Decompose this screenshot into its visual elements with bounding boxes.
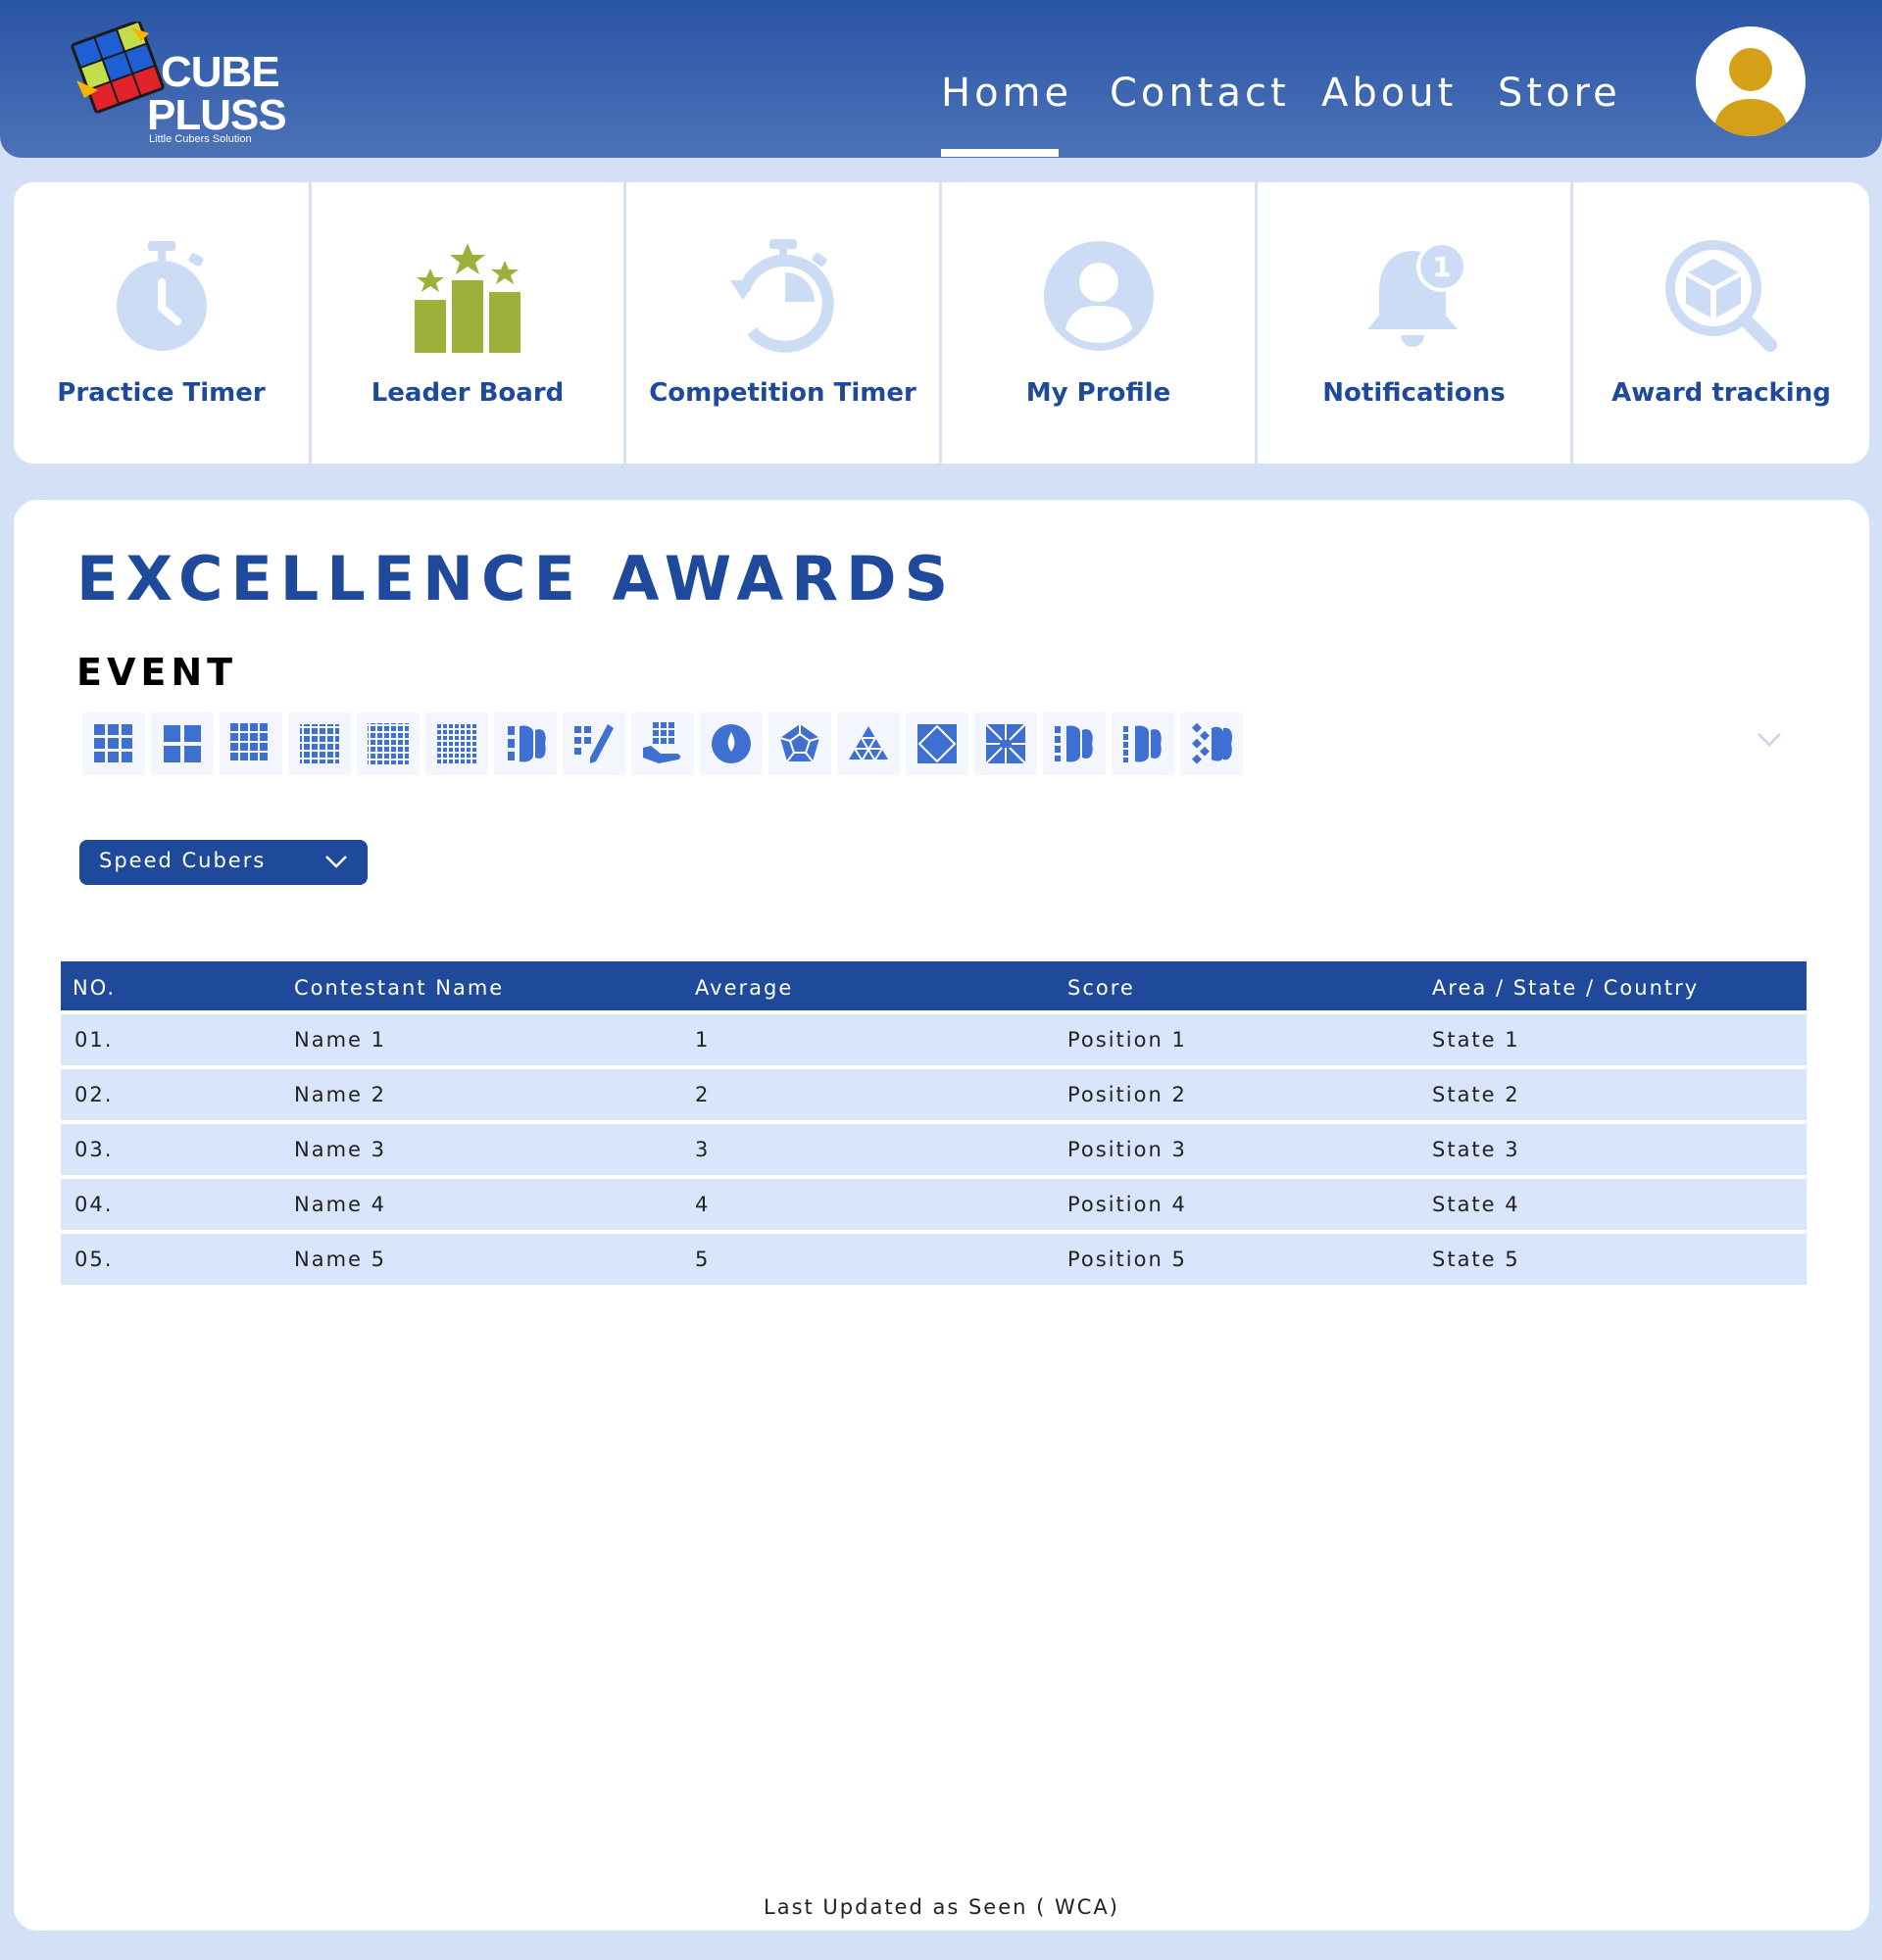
table-header-row: NO. Contestant Name Average Score Area /… (61, 961, 1807, 1010)
nav-home[interactable]: Home (941, 71, 1072, 116)
cell-name: Name 5 (294, 1248, 386, 1271)
2x2x2-cube-icon[interactable] (151, 712, 214, 775)
table-row[interactable]: 03. Name 3 3 Position 3 State 3 (61, 1124, 1807, 1175)
nav-about[interactable]: About (1321, 71, 1457, 116)
main-nav: Home Contact About Store (0, 71, 1882, 129)
category-dropdown[interactable]: Speed Cubers (79, 840, 368, 885)
3x3-multi-blind-icon[interactable] (1180, 712, 1243, 775)
quick-nav-label: Competition Timer (649, 378, 916, 408)
cell-no: 05. (74, 1248, 114, 1271)
cell-no: 01. (74, 1028, 114, 1052)
cell-average: 1 (695, 1028, 711, 1052)
table-row[interactable]: 05. Name 5 5 Position 5 State 5 (61, 1234, 1807, 1285)
quick-nav-my-profile[interactable]: My Profile (939, 182, 1255, 464)
event-selector (82, 712, 1259, 775)
cell-no: 04. (74, 1193, 114, 1216)
3x3-fewest-moves-icon[interactable] (563, 712, 625, 775)
table-row[interactable]: 04. Name 4 4 Position 4 State 4 (61, 1179, 1807, 1230)
5x5x5-cube-icon[interactable] (288, 712, 351, 775)
awards-table: NO. Contestant Name Average Score Area /… (61, 961, 1807, 1285)
top-header: CUBE PLUSS Little Cubers Solution Home C… (0, 0, 1882, 158)
cell-score: Position 3 (1067, 1138, 1187, 1161)
column-header-average: Average (695, 976, 794, 1000)
stopwatch-icon (116, 241, 207, 351)
user-avatar[interactable] (1696, 26, 1806, 136)
cell-average: 4 (695, 1193, 711, 1216)
user-circle-icon (1043, 241, 1154, 351)
column-header-score: Score (1067, 976, 1135, 1000)
nav-active-indicator (941, 149, 1059, 157)
column-header-no: NO. (73, 976, 117, 1000)
chevron-down-icon (325, 856, 347, 868)
4x4x4-cube-icon[interactable] (220, 712, 282, 775)
table-row[interactable]: 02. Name 2 2 Position 2 State 2 (61, 1069, 1807, 1120)
quick-nav-label: Notifications (1322, 378, 1506, 408)
column-header-area: Area / State / Country (1432, 976, 1700, 1000)
3x3-one-handed-icon[interactable] (631, 712, 694, 775)
user-icon (1713, 48, 1788, 136)
last-updated-note: Last Updated as Seen ( WCA) (764, 1895, 1119, 1919)
nav-store[interactable]: Store (1498, 71, 1621, 116)
cell-name: Name 1 (294, 1028, 386, 1052)
cell-average: 3 (695, 1138, 711, 1161)
notification-count: 1 (1432, 251, 1451, 283)
category-selected-value: Speed Cubers (99, 849, 267, 872)
quick-nav-label: My Profile (1025, 378, 1171, 408)
cell-area: State 5 (1432, 1248, 1520, 1271)
cell-area: State 4 (1432, 1193, 1520, 1216)
column-header-name: Contestant Name (294, 976, 505, 1000)
quick-nav-label: Award tracking (1611, 378, 1831, 408)
quick-nav-award-tracking[interactable]: Award tracking (1570, 182, 1869, 464)
megaminx-icon[interactable] (768, 712, 831, 775)
quick-nav-label: Practice Timer (57, 378, 266, 408)
cell-average: 2 (695, 1083, 711, 1106)
cell-no: 03. (74, 1138, 114, 1161)
cell-average: 5 (695, 1248, 711, 1271)
square-1-icon[interactable] (974, 712, 1037, 775)
podium-stars-icon (415, 243, 520, 353)
pyraminx-icon[interactable] (837, 712, 900, 775)
quick-nav-card: Practice Timer Leader Board Competition … (14, 182, 1869, 464)
nav-contact[interactable]: Contact (1110, 71, 1290, 116)
cell-score: Position 5 (1067, 1248, 1187, 1271)
bell-badge-icon: 1 (1366, 241, 1467, 347)
page-title: EXCELLENCE AWARDS (76, 543, 957, 614)
brand-tagline: Little Cubers Solution (149, 133, 252, 145)
5x5-blindfolded-icon[interactable] (1112, 712, 1174, 775)
cell-score: Position 2 (1067, 1083, 1187, 1106)
clock-icon[interactable] (700, 712, 763, 775)
timer-reset-icon (729, 239, 834, 353)
event-label: EVENT (76, 651, 238, 694)
quick-nav-practice-timer[interactable]: Practice Timer (14, 182, 309, 464)
cell-name: Name 2 (294, 1083, 386, 1106)
event-expand-chevron-icon[interactable] (1755, 725, 1784, 755)
cell-name: Name 4 (294, 1193, 386, 1216)
cell-name: Name 3 (294, 1138, 386, 1161)
skewb-icon[interactable] (906, 712, 968, 775)
quick-nav-label: Leader Board (371, 378, 565, 408)
4x4-blindfolded-icon[interactable] (1043, 712, 1106, 775)
awards-card: EXCELLENCE AWARDS EVENT Speed Cubers NO.… (14, 500, 1869, 1931)
quick-nav-competition-timer[interactable]: Competition Timer (623, 182, 939, 464)
cube-search-icon (1665, 240, 1777, 352)
quick-nav-notifications[interactable]: 1 Notifications (1255, 182, 1570, 464)
table-row[interactable]: 01. Name 1 1 Position 1 State 1 (61, 1014, 1807, 1065)
cell-area: State 2 (1432, 1083, 1520, 1106)
cell-score: Position 4 (1067, 1193, 1187, 1216)
7x7x7-cube-icon[interactable] (425, 712, 488, 775)
cell-area: State 1 (1432, 1028, 1520, 1052)
3x3x3-cube-icon[interactable] (82, 712, 145, 775)
cell-score: Position 1 (1067, 1028, 1187, 1052)
cell-no: 02. (74, 1083, 114, 1106)
quick-nav-leader-board[interactable]: Leader Board (309, 182, 623, 464)
cell-area: State 3 (1432, 1138, 1520, 1161)
3x3-blindfolded-icon[interactable] (494, 712, 557, 775)
6x6x6-cube-icon[interactable] (357, 712, 420, 775)
